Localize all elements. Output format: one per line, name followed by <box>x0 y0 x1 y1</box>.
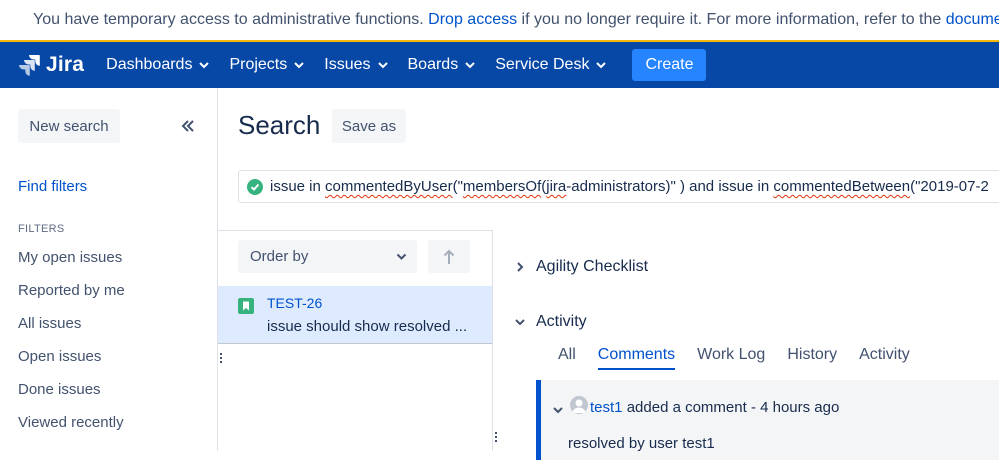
nav-dashboards[interactable]: Dashboards <box>106 56 210 74</box>
tab-work-log[interactable]: Work Log <box>697 346 765 370</box>
page-title: Search <box>238 110 321 140</box>
issue-key[interactable]: TEST-26 <box>267 295 322 311</box>
sort-direction-button[interactable] <box>428 240 470 273</box>
order-by-label: Order by <box>250 248 309 265</box>
comment-author-link[interactable]: test1 <box>590 399 623 416</box>
tab-history[interactable]: History <box>787 346 837 370</box>
comment-item: test1 added a comment - 4 hours ago reso… <box>536 380 999 460</box>
jql-part: commentedByUser <box>325 178 453 195</box>
chevron-right-icon <box>517 262 524 272</box>
chevron-down-icon <box>465 62 475 69</box>
jira-logo-text: Jira <box>46 53 85 76</box>
tab-comments[interactable]: Comments <box>597 346 676 370</box>
arrow-up-icon <box>443 249 455 264</box>
jql-part: jira <box>546 178 567 195</box>
nav-label: Service Desk <box>495 56 590 73</box>
jql-part: commentedBetween <box>773 178 911 195</box>
jql-part: -administrators)" ) and issue in <box>566 178 774 195</box>
create-button[interactable]: Create <box>632 49 707 81</box>
top-navigation: Jira Dashboards Projects Issues Boards S… <box>0 42 999 88</box>
jql-part: issue in <box>270 178 326 195</box>
new-search-button[interactable]: New search <box>18 109 120 143</box>
nav-label: Projects <box>229 56 288 73</box>
banner-text-1: You have temporary access to administrat… <box>33 11 424 28</box>
jql-part: membersOf <box>462 178 542 195</box>
comment-body: resolved by user test1 <box>568 435 715 452</box>
chevron-down-icon <box>199 62 210 69</box>
agility-checklist-heading: Agility Checklist <box>536 258 649 275</box>
issue-summary: issue should show resolved ... <box>267 318 468 335</box>
chevron-down-icon <box>377 62 388 69</box>
chevron-down-icon <box>396 253 407 260</box>
issue-list-item[interactable]: TEST-26 issue should show resolved ... <box>218 286 492 344</box>
filter-open-issues[interactable]: Open issues <box>18 347 125 380</box>
avatar[interactable] <box>570 396 588 414</box>
filter-list: My open issues Reported by me All issues… <box>18 248 125 446</box>
agility-checklist-section[interactable]: Agility Checklist <box>514 258 648 276</box>
chevron-down-icon <box>596 62 607 69</box>
issue-list-panel: Order by TEST-26 issue should show resol… <box>218 230 493 451</box>
chevron-down-icon[interactable] <box>552 404 564 416</box>
nav-label: Dashboards <box>106 56 193 73</box>
find-filters-link[interactable]: Find filters <box>18 178 87 195</box>
filter-all-issues[interactable]: All issues <box>18 314 125 347</box>
activity-tabs: All Comments Work Log History Activity <box>558 346 932 370</box>
nav-projects[interactable]: Projects <box>229 56 304 74</box>
nav-boards[interactable]: Boards <box>408 56 476 74</box>
comment-header: test1 added a comment - 4 hours ago <box>590 399 839 416</box>
filter-done-issues[interactable]: Done issues <box>18 380 125 413</box>
nav-label: Boards <box>407 56 459 73</box>
jql-part: ("2019-07-2 <box>910 178 989 195</box>
tab-all[interactable]: All <box>558 346 576 370</box>
activity-heading: Activity <box>536 313 587 330</box>
nav-service-desk[interactable]: Service Desk <box>495 56 607 74</box>
filter-reported-by-me[interactable]: Reported by me <box>18 281 125 314</box>
comment-action: added a comment - 4 hours ago <box>626 399 840 416</box>
valid-query-check-icon <box>247 178 263 195</box>
chevron-down-icon <box>515 319 525 326</box>
jira-logo-icon <box>19 55 40 76</box>
nav-issues[interactable]: Issues <box>324 56 388 74</box>
collapse-sidebar-icon[interactable] <box>181 119 195 133</box>
activity-section[interactable]: Activity <box>514 313 587 331</box>
save-as-button[interactable]: Save as <box>332 109 406 143</box>
filter-viewed-recently[interactable]: Viewed recently <box>18 413 125 446</box>
issue-detail-panel: Agility Checklist Activity All Comments … <box>494 230 999 460</box>
order-by-dropdown[interactable]: Order by <box>238 240 417 273</box>
jql-search-input[interactable]: issue in commentedByUser (" membersOf(jira… <box>238 170 999 203</box>
nav-label: Issues <box>324 56 371 73</box>
list-resize-handle[interactable] <box>220 351 224 365</box>
story-icon <box>238 298 254 314</box>
sidebar: New search Find filters FILTERS My open … <box>0 88 218 451</box>
filter-my-open-issues[interactable]: My open issues <box>18 248 125 281</box>
jql-part: (" <box>452 178 463 195</box>
tab-activity[interactable]: Activity <box>859 346 910 370</box>
admin-access-banner: You have temporary access to administrat… <box>0 0 999 42</box>
drop-access-link[interactable]: Drop access <box>428 11 517 29</box>
filters-heading: FILTERS <box>18 223 65 235</box>
banner-text-2: if you no longer require it. For more in… <box>521 11 942 28</box>
jira-logo[interactable]: Jira <box>18 53 84 77</box>
documentation-link[interactable]: documentation <box>946 11 999 29</box>
chevron-down-icon <box>294 62 304 69</box>
